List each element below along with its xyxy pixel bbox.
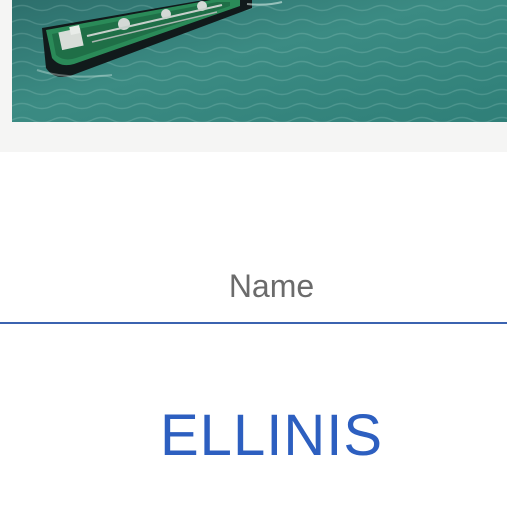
vessel-detail-page: Name ELLINIS: [0, 0, 507, 508]
ship-photo-icon: [12, 0, 507, 122]
field-label: Name: [228, 268, 315, 304]
photo-card: [0, 0, 507, 152]
field-divider: [0, 322, 507, 324]
ship-photo: [12, 0, 507, 122]
vessel-name: ELLINIS: [160, 403, 383, 468]
